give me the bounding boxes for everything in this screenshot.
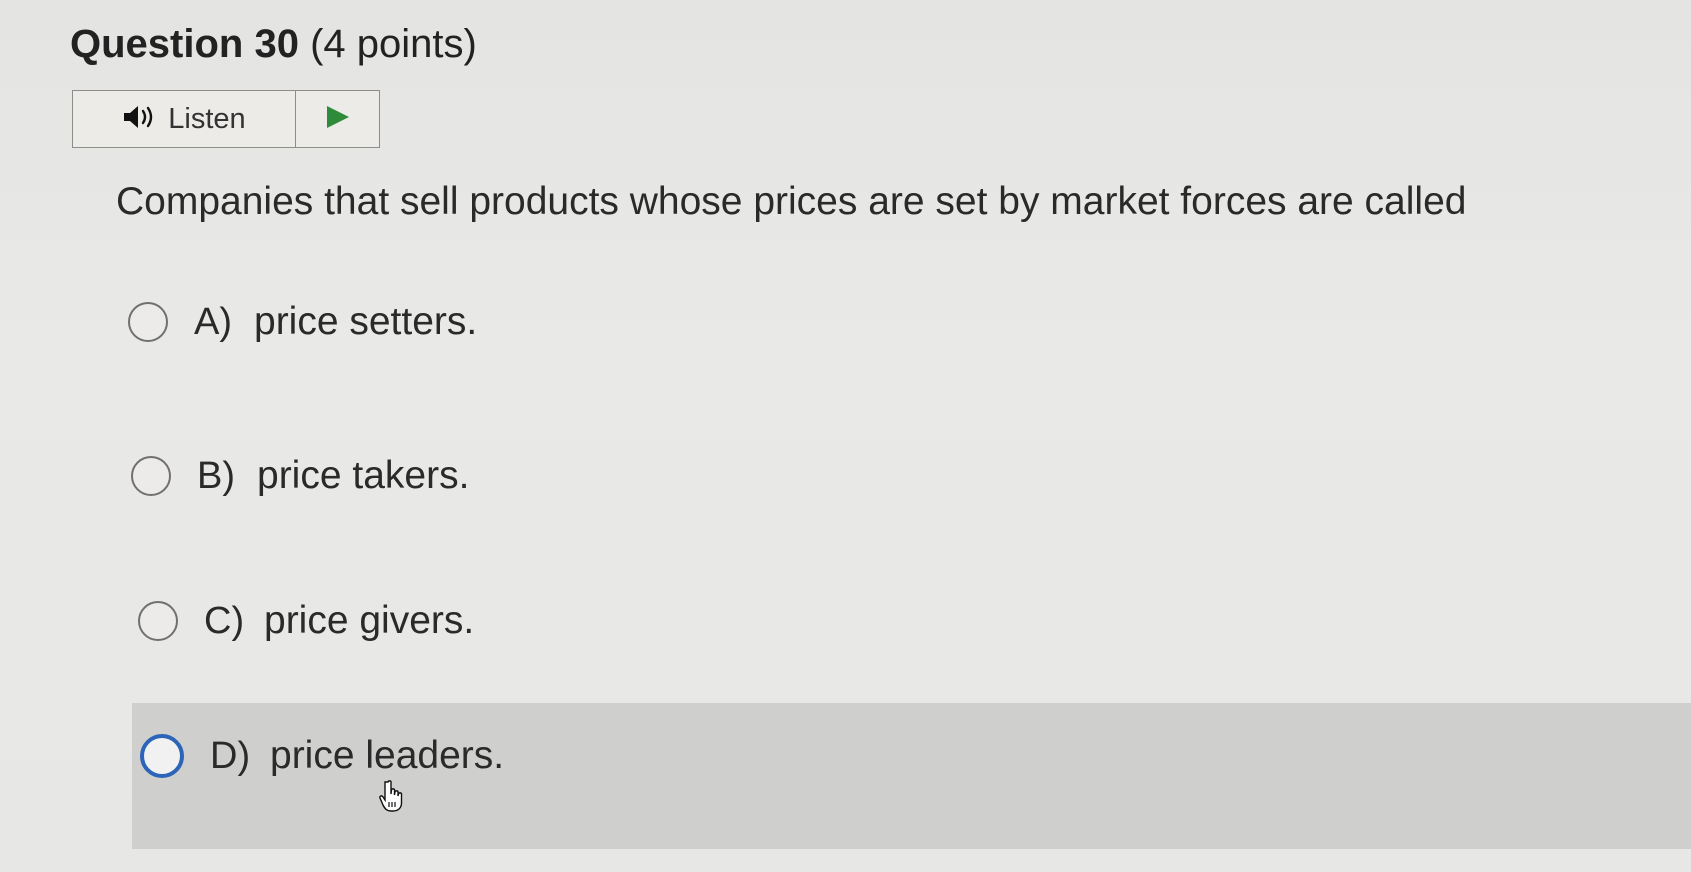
option-letter: C) xyxy=(204,599,245,642)
option-text: price givers. xyxy=(264,599,475,642)
speaker-icon xyxy=(122,104,158,135)
option-c[interactable]: C) price givers. xyxy=(138,599,474,643)
option-d[interactable]: D) price leaders. xyxy=(140,734,504,778)
option-text: price setters. xyxy=(254,300,478,343)
option-letter: A) xyxy=(194,300,232,343)
play-icon xyxy=(324,104,352,135)
question-number: Question 30 xyxy=(70,22,299,66)
listen-widget: Listen xyxy=(72,90,380,148)
radio-button-b[interactable] xyxy=(131,456,171,496)
listen-label: Listen xyxy=(168,102,246,135)
option-a[interactable]: A) price setters. xyxy=(128,300,477,344)
play-button[interactable] xyxy=(296,91,379,147)
question-text: Companies that sell products whose price… xyxy=(116,180,1467,223)
radio-button-a[interactable] xyxy=(128,302,168,342)
radio-button-d[interactable] xyxy=(140,734,184,778)
option-b[interactable]: B) price takers. xyxy=(131,454,469,498)
option-text: price takers. xyxy=(257,454,470,497)
option-letter: D) xyxy=(210,734,251,777)
radio-button-c[interactable] xyxy=(138,601,178,641)
quiz-page: Question 30 (4 points) Listen Companies … xyxy=(0,0,1691,872)
question-points: (4 points) xyxy=(310,22,477,66)
listen-button[interactable]: Listen xyxy=(73,91,296,147)
option-text: price leaders. xyxy=(270,734,505,777)
option-letter: B) xyxy=(197,454,235,497)
question-title: Question 30 (4 points) xyxy=(70,22,477,67)
